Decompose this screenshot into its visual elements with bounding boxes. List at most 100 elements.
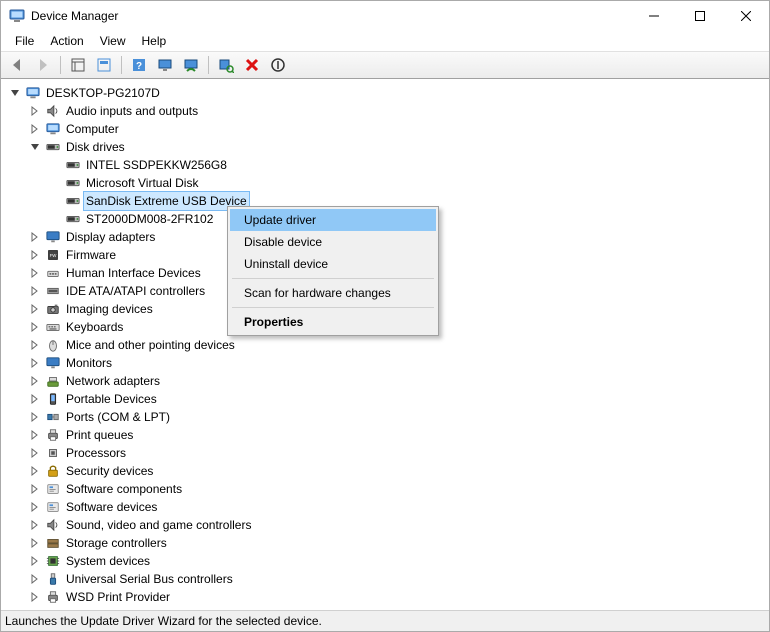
tree-node-mice-and-other-pointing-devices[interactable]: Mice and other pointing devices [28,336,768,354]
expand-collapse-icon[interactable] [28,140,42,154]
maximize-button[interactable] [677,1,723,31]
tree-node-print-queues[interactable]: Print queues [28,426,768,444]
expand-collapse-icon[interactable] [28,554,42,568]
tree-node-storage-controllers[interactable]: Storage controllers [28,534,768,552]
tree-node-root[interactable]: DESKTOP-PG2107D [8,84,768,102]
expand-collapse-icon[interactable] [8,86,22,100]
toolbar-show-hide-console-button[interactable] [66,54,90,76]
expand-collapse-icon[interactable] [28,230,42,244]
tree-node-wsd-print-provider[interactable]: WSD Print Provider [28,588,768,606]
context-menu-disable-device[interactable]: Disable device [230,231,436,253]
toolbar-scan-hardware-button[interactable] [214,54,238,76]
menu-view[interactable]: View [92,32,134,50]
ide-ata-atapi-controllers-icon [44,283,62,299]
toolbar-properties-button[interactable] [92,54,116,76]
expand-collapse-icon[interactable] [28,248,42,262]
context-menu-properties[interactable]: Properties [230,311,436,333]
computer-icon [44,121,62,137]
tree-node-audio-inputs-and-outputs[interactable]: Audio inputs and outputs [28,102,768,120]
tree-node-label: Mice and other pointing devices [64,336,237,354]
human-interface-devices-icon [44,265,62,281]
tree-node-software-components[interactable]: Software components [28,480,768,498]
toolbar-back-button[interactable] [5,54,29,76]
tree-node-monitors[interactable]: Monitors [28,354,768,372]
device-tree[interactable]: DESKTOP-PG2107DAudio inputs and outputsC… [2,80,768,609]
context-menu-scan-hardware[interactable]: Scan for hardware changes [230,282,436,304]
wsd-print-provider-icon [44,589,62,605]
tree-node-software-devices[interactable]: Software devices [28,498,768,516]
minimize-button[interactable] [631,1,677,31]
expand-collapse-icon[interactable] [28,302,42,316]
toolbar-uninstall-button[interactable] [240,54,264,76]
tree-node-disk-drives[interactable]: Disk drives [28,138,768,156]
tree-node-label: SanDisk Extreme USB Device [84,192,249,210]
tree-node-processors[interactable]: Processors [28,444,768,462]
expand-collapse-icon[interactable] [28,410,42,424]
expand-collapse-icon[interactable] [28,104,42,118]
tree-node-universal-serial-bus-controllers[interactable]: Universal Serial Bus controllers [28,570,768,588]
menu-file[interactable]: File [7,32,42,50]
toolbar-help-button[interactable] [127,54,151,76]
network-adapters-icon [44,373,62,389]
software-components-icon [44,481,62,497]
menu-action[interactable]: Action [42,32,91,50]
disk-icon [64,193,82,209]
expand-collapse-icon[interactable] [28,518,42,532]
tree-node-system-devices[interactable]: System devices [28,552,768,570]
tree-node-label: Firmware [64,246,118,264]
disk-icon [64,175,82,191]
computer-icon [24,85,42,101]
expand-collapse-icon[interactable] [28,392,42,406]
firmware-icon [44,247,62,263]
toolbar-update-driver-button[interactable] [179,54,203,76]
tree-node-network-adapters[interactable]: Network adapters [28,372,768,390]
tree-node-label: System devices [64,552,152,570]
sound-video-and-game-controllers-icon [44,517,62,533]
expand-collapse-icon[interactable] [28,464,42,478]
tree-node-label: Computer [64,120,121,138]
tree-node-intel-ssdpekkw256g8[interactable]: INTEL SSDPEKKW256G8 [48,156,768,174]
expand-collapse-icon[interactable] [28,266,42,280]
toolbar-device-properties-button[interactable] [153,54,177,76]
expand-collapse-icon[interactable] [28,338,42,352]
toolbar-forward-button[interactable] [31,54,55,76]
expand-collapse-icon[interactable] [28,122,42,136]
tree-node-label: Audio inputs and outputs [64,102,200,120]
expand-collapse-icon[interactable] [28,428,42,442]
disk-drives-icon [44,139,62,155]
tree-node-label: Monitors [64,354,114,372]
expand-collapse-icon[interactable] [28,536,42,550]
tree-node-ports-com-lpt[interactable]: Ports (COM & LPT) [28,408,768,426]
expand-collapse-icon[interactable] [28,374,42,388]
tree-node-label: Sound, video and game controllers [64,516,253,534]
storage-controllers-icon [44,535,62,551]
expand-collapse-icon[interactable] [28,572,42,586]
tree-node-label: Storage controllers [64,534,169,552]
expand-collapse-icon[interactable] [28,482,42,496]
monitors-icon [44,355,62,371]
context-menu-update-driver[interactable]: Update driver [230,209,436,231]
close-button[interactable] [723,1,769,31]
tree-node-label: INTEL SSDPEKKW256G8 [84,156,229,174]
toolbar-disable-button[interactable] [266,54,290,76]
expand-collapse-icon[interactable] [28,320,42,334]
expand-collapse-icon[interactable] [28,500,42,514]
expand-collapse-icon[interactable] [28,284,42,298]
menu-help[interactable]: Help [134,32,175,50]
context-menu-uninstall-device[interactable]: Uninstall device [230,253,436,275]
tree-node-label: Imaging devices [64,300,155,318]
tree-node-microsoft-virtual-disk[interactable]: Microsoft Virtual Disk [48,174,768,192]
audio-inputs-and-outputs-icon [44,103,62,119]
print-queues-icon [44,427,62,443]
tree-node-portable-devices[interactable]: Portable Devices [28,390,768,408]
tree-node-security-devices[interactable]: Security devices [28,462,768,480]
expand-collapse-icon[interactable] [28,356,42,370]
display-adapters-icon [44,229,62,245]
security-devices-icon [44,463,62,479]
expand-collapse-icon[interactable] [28,446,42,460]
tree-node-sound-video-and-game-controllers[interactable]: Sound, video and game controllers [28,516,768,534]
tree-node-label: WSD Print Provider [64,588,172,606]
tree-node-label: Processors [64,444,128,462]
tree-node-computer[interactable]: Computer [28,120,768,138]
expand-collapse-icon[interactable] [28,590,42,604]
